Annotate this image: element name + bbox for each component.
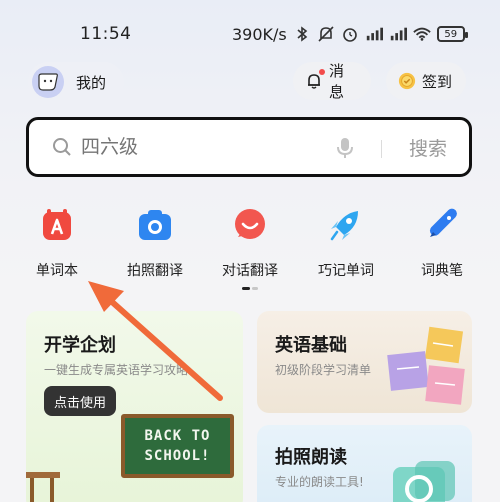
tool-wordbook-label: 单词本 (36, 263, 78, 279)
tool-photo-translate[interactable]: 拍照翻译 (110, 200, 200, 280)
profile-label: 我的 (76, 73, 107, 92)
rocket-icon (327, 206, 365, 244)
search-divider (381, 140, 382, 158)
profile-button[interactable]: 我的 (28, 62, 124, 102)
status-icons: 390K/s 59 (232, 22, 468, 46)
card-back-to-school-title: 开学企划 (44, 335, 116, 356)
coin-icon (398, 72, 416, 90)
search-icon (51, 136, 73, 158)
card-english-basics-subtitle: 初级阶段学习清单 (275, 363, 372, 377)
card-back-to-school-subtitle: 一键生成专属英语学习攻略 (44, 363, 189, 377)
board-line-1: BACK TO (144, 428, 211, 444)
click-to-use-button[interactable]: 点击使用 (44, 386, 116, 416)
board-line-2: SCHOOL! (144, 448, 211, 464)
chalkboard-illustration: BACK TO SCHOOL! (121, 414, 234, 478)
microphone-icon[interactable] (336, 137, 354, 159)
card-english-basics[interactable]: 英语基础 初级阶段学习清单 (257, 311, 472, 413)
signal-icon-2 (389, 25, 407, 43)
pen-icon (423, 206, 461, 244)
card-photo-reading-subtitle: 专业的朗读工具! (275, 475, 364, 489)
status-time: 11:54 (80, 24, 132, 44)
messages-label: 消息 (329, 62, 345, 101)
card-photo-reading[interactable]: 拍照朗读 专业的朗读工具! (257, 425, 472, 502)
tool-dialog-translate-label: 对话翻译 (222, 263, 278, 279)
notification-dot (319, 69, 325, 75)
camera-icon (136, 206, 174, 244)
tool-grid: 单词本 拍照翻译 对话翻译 巧记单词 词典笔 (0, 200, 500, 290)
search-input[interactable] (81, 136, 311, 158)
desk-illustration (26, 466, 60, 502)
photo-frame-illustration (393, 461, 455, 502)
bluetooth-icon (293, 25, 311, 43)
tool-wordbook[interactable]: 单词本 (12, 200, 102, 280)
signin-button[interactable]: 签到 (386, 62, 466, 100)
card-photo-reading-title: 拍照朗读 (275, 447, 347, 468)
signin-label: 签到 (422, 72, 453, 91)
battery-indicator: 59 (436, 26, 468, 42)
search-button[interactable]: 搜索 (409, 134, 447, 161)
tool-dictionary-pen[interactable]: 词典笔 (397, 200, 487, 280)
page-indicator-active (242, 287, 250, 290)
tool-dialog-translate[interactable]: 对话翻译 (205, 200, 295, 280)
wifi-icon (413, 25, 431, 43)
status-bar: 11:54 390K/s 59 (0, 0, 500, 70)
search-bar[interactable]: 搜索 (26, 117, 472, 177)
tool-memorize-words[interactable]: 巧记单词 (301, 200, 391, 280)
page-indicator (242, 287, 258, 290)
card-back-to-school[interactable]: 开学企划 一键生成专属英语学习攻略 点击使用 BACK TO SCHOOL! (26, 311, 243, 502)
signal-icon-1 (365, 25, 383, 43)
tool-memorize-words-label: 巧记单词 (318, 263, 374, 279)
card-english-basics-title: 英语基础 (275, 335, 347, 356)
mute-icon (317, 25, 335, 43)
chat-icon (231, 206, 269, 244)
alarm-icon (341, 25, 359, 43)
messages-button[interactable]: 消息 (293, 62, 371, 101)
tool-photo-translate-label: 拍照翻译 (127, 263, 183, 279)
network-speed: 390K/s (232, 24, 287, 44)
sticky-notes-illustration (387, 326, 465, 405)
wordbook-icon (38, 206, 76, 244)
tool-dictionary-pen-label: 词典笔 (421, 263, 463, 279)
page-indicator-inactive (252, 287, 258, 290)
avatar (32, 66, 64, 98)
